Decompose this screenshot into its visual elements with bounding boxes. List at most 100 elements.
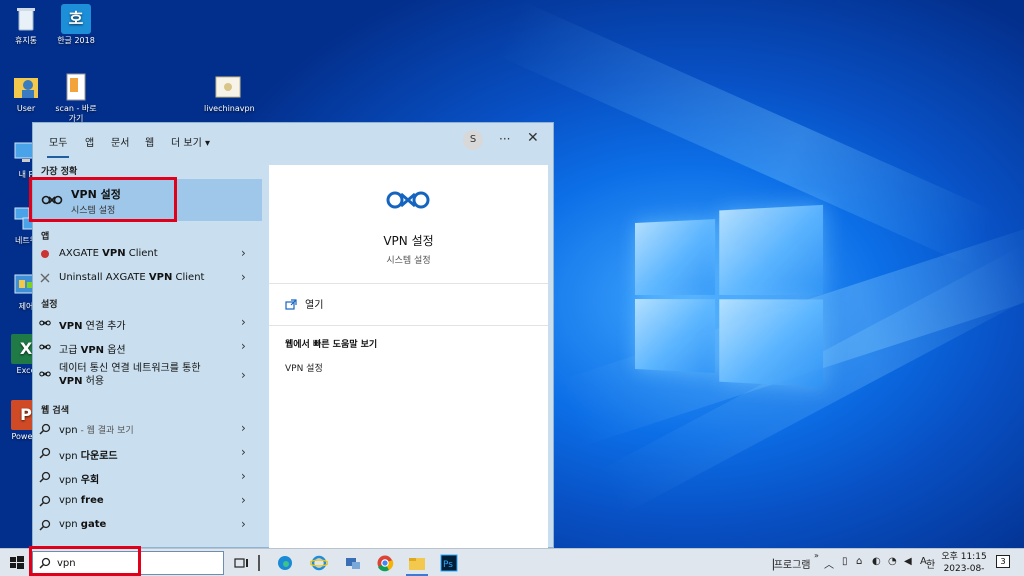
result-highlight: VPN	[59, 376, 82, 387]
taskbar-divider	[258, 555, 260, 571]
result-setting-add-vpn[interactable]: VPN 연결 추가 ›	[33, 312, 269, 334]
section-settings: 설정	[41, 297, 58, 310]
open-button[interactable]: 열기	[285, 296, 323, 313]
more-options-button[interactable]: ···	[499, 132, 510, 146]
vpn-icon	[385, 185, 431, 218]
photoshop-icon[interactable]: Ps	[440, 554, 458, 572]
vpn-icon	[39, 341, 51, 353]
edge-icon[interactable]	[276, 554, 294, 572]
result-web-vpn-free[interactable]: vpn free ›	[33, 490, 269, 512]
close-icon[interactable]: ✕	[527, 130, 539, 146]
file-explorer-icon[interactable]	[408, 554, 426, 572]
highlight-box-best-match	[29, 177, 177, 222]
internet-explorer-icon[interactable]	[310, 554, 328, 572]
result-web-vpn-download[interactable]: vpn 다운로드 ›	[33, 442, 269, 464]
uninstall-icon	[39, 272, 51, 284]
result-highlight: VPN	[59, 321, 82, 332]
result-text: 허용	[82, 376, 104, 387]
result-setting-advanced-vpn[interactable]: 고급 VPN 옵션 ›	[33, 336, 269, 358]
notification-center-icon[interactable]: 3	[996, 555, 1010, 568]
desktop-icon-recycle-bin[interactable]: 휴지통	[2, 4, 50, 46]
tab-more[interactable]: 더 보기 ▾	[171, 134, 210, 149]
volume-icon[interactable]: ◐	[872, 556, 881, 567]
network-app-icon[interactable]	[344, 554, 362, 572]
network-status-icon[interactable]: ⌂	[856, 556, 862, 567]
chevron-right-icon[interactable]: ›	[241, 270, 246, 284]
chevron-right-icon[interactable]: ›	[241, 246, 246, 260]
desktop-icon-label: scan - 바로 가기	[52, 104, 100, 124]
result-text: vpn	[59, 425, 78, 436]
tray-programs-label[interactable]: ▕프로그램	[766, 556, 811, 571]
chevron-up-icon[interactable]: ︿	[824, 556, 834, 571]
highlight-box-search	[29, 546, 141, 576]
desktop-icon-hangul[interactable]: 호 한글 2018	[52, 4, 100, 46]
section-web-search: 웹 검색	[41, 403, 69, 416]
desktop-icon-scan[interactable]: scan - 바로 가기	[52, 72, 100, 124]
clock[interactable]: 오후 11:15 2023-08-05	[940, 551, 988, 576]
chevron-right-icon[interactable]: ›	[241, 493, 246, 507]
task-view-icon[interactable]	[232, 554, 250, 572]
open-label: 열기	[305, 300, 323, 311]
detail-subtitle: 시스템 설정	[269, 253, 548, 266]
clock-time: 오후 11:15	[940, 551, 988, 563]
result-text: vpn	[59, 451, 81, 462]
result-text: AXGATE	[59, 248, 102, 259]
result-web-vpn[interactable]: vpn - 웹 결과 보기 ›	[33, 418, 269, 440]
chevron-right-icon[interactable]: ›	[241, 517, 246, 531]
vpn-icon	[39, 317, 51, 329]
battery-icon[interactable]: ▯	[842, 556, 848, 567]
search-icon	[39, 447, 51, 459]
tab-web[interactable]: 웹	[145, 134, 154, 149]
detail-title: VPN 설정	[269, 232, 548, 249]
clock-date: 2023-08-05	[940, 563, 988, 576]
chevron-right-icon[interactable]: ›	[241, 469, 246, 483]
windows-start-icon[interactable]	[8, 554, 26, 572]
speaker-icon[interactable]: ◀	[904, 556, 912, 567]
result-highlight: VPN	[102, 248, 125, 259]
chevron-right-icon[interactable]: ›	[241, 368, 246, 382]
desktop-icon-label: livechinavpn	[204, 104, 252, 114]
desktop-icon-livechinavpn[interactable]: livechinavpn	[204, 72, 252, 114]
open-icon	[285, 299, 297, 313]
tab-all[interactable]: 모두	[49, 134, 67, 149]
avatar[interactable]: S	[463, 130, 483, 150]
search-tabs: 모두 앱 문서 웹 더 보기 ▾ S ··· ✕	[33, 123, 553, 157]
tab-documents[interactable]: 문서	[111, 134, 129, 149]
chrome-icon[interactable]	[376, 554, 394, 572]
result-app-uninstall-axgate[interactable]: Uninstall AXGATE VPN Client ›	[33, 267, 269, 289]
result-text: Client	[126, 248, 158, 259]
result-text: 연결 추가	[82, 321, 125, 332]
section-best-match: 가장 정확	[41, 164, 77, 177]
tray-expand-icon[interactable]: »	[814, 551, 819, 560]
wifi-icon[interactable]: ◔	[888, 556, 897, 567]
desktop-icon-label: 한글 2018	[52, 36, 100, 46]
result-highlight: VPN	[149, 272, 172, 283]
result-highlight: gate	[81, 519, 106, 530]
ime-hangul-indicator[interactable]: 한	[926, 556, 935, 571]
search-icon	[39, 471, 51, 483]
divider	[269, 283, 548, 284]
result-web-vpn-gate[interactable]: vpn gate ›	[33, 514, 269, 536]
chevron-right-icon[interactable]: ›	[241, 315, 246, 329]
result-text: vpn	[59, 519, 81, 530]
result-text: vpn	[59, 495, 81, 506]
desktop-icon-user[interactable]: User	[2, 72, 50, 114]
result-app-axgate[interactable]: AXGATE VPN Client ›	[33, 243, 269, 265]
result-highlight: 우회	[81, 475, 99, 486]
recycle-bin-icon	[11, 4, 41, 34]
result-text: 옵션	[104, 345, 126, 356]
section-apps: 앱	[41, 229, 49, 242]
result-web-vpn-bypass[interactable]: vpn 우회 ›	[33, 466, 269, 488]
result-text: 고급	[59, 345, 81, 356]
chevron-right-icon[interactable]: ›	[241, 445, 246, 459]
livechinavpn-icon	[213, 72, 243, 102]
tab-apps[interactable]: 앱	[85, 134, 94, 149]
chevron-right-icon[interactable]: ›	[241, 339, 246, 353]
scan-shortcut-icon	[61, 72, 91, 102]
help-link[interactable]: VPN 설정	[285, 361, 323, 374]
chevron-right-icon[interactable]: ›	[241, 421, 246, 435]
result-setting-vpn-metered[interactable]: 데이터 통신 연결 네트워크를 통한 VPN 허용 ›	[33, 360, 269, 394]
user-folder-icon	[11, 72, 41, 102]
search-icon	[39, 423, 51, 435]
hangul-icon: 호	[61, 4, 91, 34]
